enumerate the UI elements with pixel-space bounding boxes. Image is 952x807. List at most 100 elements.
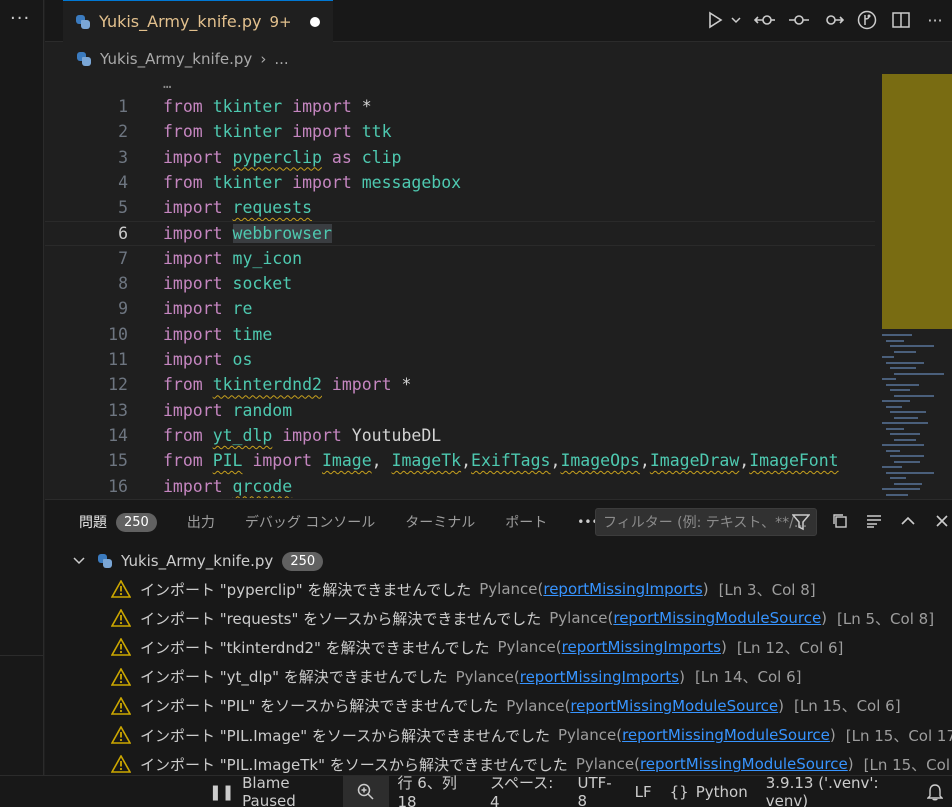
code-line[interactable]: 10 import time: [45, 322, 875, 347]
problem-rule-link[interactable]: reportMissingImports: [520, 668, 679, 686]
end-of-line[interactable]: LF: [626, 776, 661, 807]
problem-item[interactable]: インポート "requests" をソースから解決できませんでした Pylance…: [111, 604, 934, 632]
code-token: from: [163, 172, 203, 192]
code-line[interactable]: 6 import webbrowser: [45, 220, 875, 246]
code-text: from tkinterdnd2 import *: [163, 375, 411, 394]
minimap[interactable]: [876, 72, 952, 498]
next-change-icon[interactable]: [822, 8, 844, 32]
minimap-line: [886, 383, 919, 386]
code-token: qrcode: [232, 476, 293, 496]
code-token: import: [292, 97, 352, 116]
chevron-down-icon[interactable]: [71, 553, 87, 569]
breadcrumb-file[interactable]: Yukis_Army_knife.py: [100, 50, 252, 68]
tab-problems[interactable]: 問題 250: [79, 512, 157, 532]
indentation[interactable]: スペース: 4: [481, 774, 568, 807]
line-number: 1: [118, 97, 128, 116]
blame-status[interactable]: ❚❚ Blame Paused: [200, 774, 343, 807]
tab-output[interactable]: 出力: [187, 512, 215, 532]
more-actions-icon[interactable]: ···: [924, 8, 946, 32]
problem-item[interactable]: インポート "yt_dlp" を解決できませんでした Pylance(report…: [111, 663, 802, 691]
language-mode[interactable]: {} Python: [661, 776, 757, 807]
tab-terminal[interactable]: ターミナル: [405, 512, 475, 532]
editor-tab[interactable]: Yukis_Army_knife.py 9+: [63, 0, 333, 42]
problem-rule-link[interactable]: reportMissingModuleSource: [613, 609, 821, 627]
code-token: random: [232, 400, 293, 420]
tab-ports[interactable]: ポート: [505, 512, 547, 532]
python-file-icon: [76, 51, 92, 67]
problem-rule-link[interactable]: reportMissingModuleSource: [570, 697, 778, 715]
code-line[interactable]: 7 import my_icon: [45, 246, 875, 271]
encoding[interactable]: UTF-8: [568, 774, 625, 807]
problem-rule-link[interactable]: reportMissingModuleSource: [622, 726, 830, 744]
code-line[interactable]: 12 from tkinterdnd2 import *: [45, 372, 875, 397]
warning-icon: [111, 696, 131, 715]
code-line[interactable]: 2 from tkinter import ttk: [45, 119, 875, 144]
code-line[interactable]: 4 from tkinter import messagebox: [45, 170, 875, 195]
run-icon[interactable]: [704, 8, 726, 32]
python-file-icon: [75, 14, 91, 30]
git-graph-icon[interactable]: [856, 8, 878, 32]
code-text: from tkinter import ttk: [163, 122, 392, 141]
code-token: import: [163, 299, 223, 319]
cursor-position[interactable]: 行 6、列 18: [389, 774, 481, 807]
problem-source: Pylance(reportMissingImports): [479, 580, 709, 598]
code-token: os: [232, 350, 253, 369]
view-as-list-icon[interactable]: [864, 510, 884, 532]
open-changes-icon[interactable]: [754, 8, 776, 32]
code-line[interactable]: 15 from PIL import Image, ImageTk,ExifTag…: [45, 448, 875, 473]
python-interpreter[interactable]: 3.9.13 ('.venv': venv): [757, 774, 918, 807]
code-token: tkinterdnd2: [212, 375, 322, 395]
code-line[interactable]: 8 import socket: [45, 271, 875, 296]
problem-item[interactable]: インポート "PIL.Image" をソースから解決できませんでした Pylanc…: [111, 721, 952, 749]
more-actions-icon[interactable]: ···: [10, 8, 30, 29]
filter-icon[interactable]: [792, 513, 810, 531]
code-token: ExifTags: [471, 451, 551, 471]
status-bar: ❚❚ Blame Paused 行 6、列 18 スペース: 4 UTF-8 L…: [0, 774, 952, 807]
minimap-line: [882, 444, 924, 446]
notifications-icon[interactable]: [918, 776, 952, 807]
problem-source-name: Pylance: [549, 609, 608, 628]
problem-rule-link[interactable]: reportMissingImports: [562, 638, 721, 656]
copy-icon[interactable]: [830, 510, 850, 532]
code-line[interactable]: 16 import qrcode: [45, 474, 875, 499]
problem-rule-link[interactable]: reportMissingImports: [543, 580, 702, 598]
warning-icon: [111, 667, 131, 686]
problem-file-group[interactable]: Yukis_Army_knife.py 250: [71, 550, 324, 572]
line-number: 14: [108, 425, 128, 445]
unsaved-dot-icon[interactable]: [309, 16, 320, 27]
code-line[interactable]: 14 from yt_dlp import YoutubeDL: [45, 423, 875, 448]
breadcrumb-more[interactable]: ...: [274, 50, 288, 68]
problem-rule-link[interactable]: reportMissingModuleSource: [640, 755, 848, 773]
problem-item[interactable]: インポート "pyperclip" を解決できませんでした Pylance(rep…: [111, 575, 816, 603]
code-line[interactable]: 11 import os: [45, 347, 875, 372]
code-token: from: [163, 122, 203, 142]
problem-source: Pylance(reportMissingImports): [455, 667, 685, 686]
code-editor[interactable]: … 1 from tkinter import * 2 from tkinter im…: [45, 72, 875, 498]
tab-debug-console[interactable]: デバッグ コンソール: [245, 512, 375, 532]
chevron-down-icon[interactable]: [730, 8, 742, 32]
code-line[interactable]: 9 import re: [45, 296, 875, 321]
maximize-panel-icon[interactable]: [898, 510, 918, 532]
zoom-button[interactable]: [342, 775, 389, 807]
code-line[interactable]: 5 import requests: [45, 195, 875, 220]
git-commit-icon[interactable]: [788, 8, 810, 32]
minimap-line: [890, 345, 934, 347]
split-editor-icon[interactable]: [890, 8, 912, 32]
code-line[interactable]: 13 import random: [45, 398, 875, 423]
minimap-line: [890, 411, 926, 413]
folded-region-marker[interactable]: …: [163, 76, 171, 92]
close-icon[interactable]: [932, 510, 952, 532]
code-line[interactable]: 1 from tkinter import *: [45, 94, 875, 119]
problem-item[interactable]: インポート "PIL" をソースから解決できませんでした Pylance(repo…: [111, 692, 901, 720]
minimap-line: [886, 449, 900, 452]
problem-item[interactable]: インポート "tkinterdnd2" を解決できませんでした Pylance(r…: [111, 633, 843, 661]
code-text: import webbrowser: [163, 223, 332, 243]
code-line[interactable]: 3 import pyperclip as clip: [45, 145, 875, 170]
problems-filter-input[interactable]: フィルター (例: テキスト、**/...: [595, 508, 817, 536]
warning-icon: [111, 580, 131, 598]
code-token: tkinter: [212, 122, 283, 142]
